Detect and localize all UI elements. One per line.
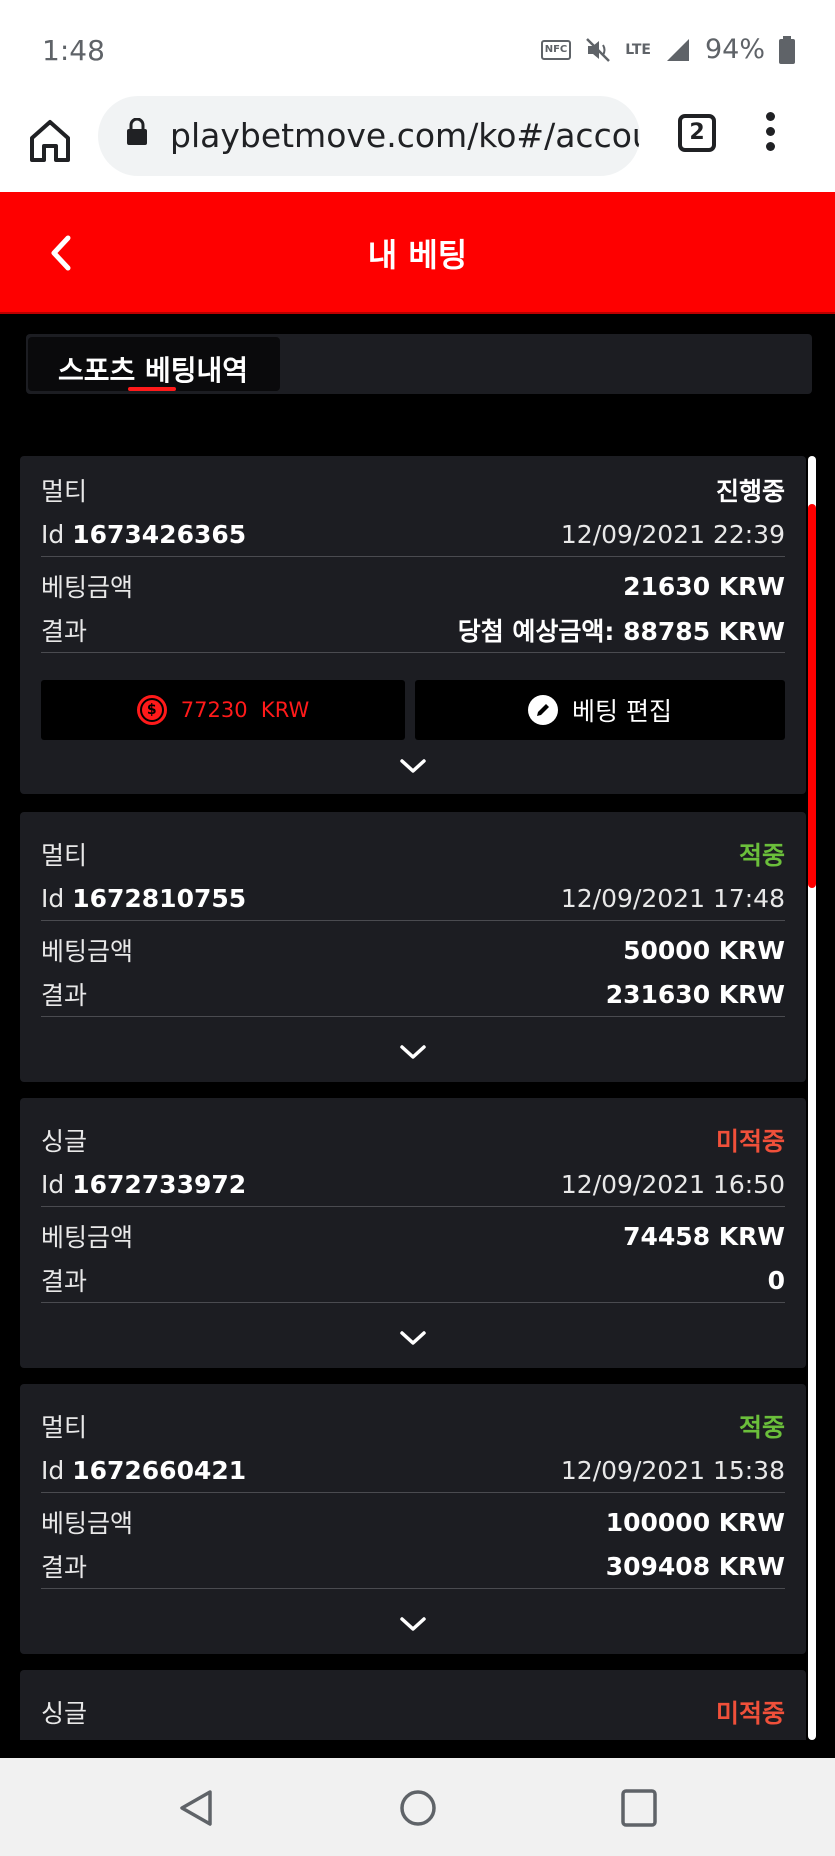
browser-toolbar: playbetmove.com/ko#/account 2 bbox=[0, 96, 835, 192]
stake-label: 베팅금액 bbox=[41, 1509, 134, 1538]
edit-bet-button[interactable]: 베팅 편집 bbox=[415, 680, 785, 740]
stake-label: 베팅금액 bbox=[41, 573, 134, 602]
tab-sports-bet-history[interactable]: 스포츠 베팅내역 bbox=[28, 337, 280, 391]
divider bbox=[41, 1588, 785, 1589]
home-nav-icon[interactable] bbox=[398, 1788, 438, 1828]
bet-datetime: 12/09/2021 15:38 bbox=[560, 1455, 785, 1485]
bet-datetime: 12/09/2021 17:48 bbox=[560, 883, 785, 913]
signal-icon bbox=[666, 38, 689, 61]
battery-icon bbox=[779, 35, 795, 64]
address-bar[interactable]: playbetmove.com/ko#/account bbox=[98, 96, 640, 176]
bet-card: 멀티 적중 Id 1672660421 12/09/2021 15:38 베팅금… bbox=[20, 1384, 806, 1654]
recents-nav-icon[interactable] bbox=[620, 1788, 658, 1828]
result-label: 결과 bbox=[41, 1553, 88, 1582]
mute-icon bbox=[586, 37, 611, 62]
bet-type: 멀티 bbox=[41, 477, 88, 506]
bet-card: 멀티 적중 Id 1672810755 12/09/2021 17:48 베팅금… bbox=[20, 812, 806, 1082]
bet-status: 진행중 bbox=[715, 477, 785, 506]
system-nav-bar bbox=[0, 1758, 835, 1856]
url-text: playbetmove.com/ko#/account bbox=[170, 116, 640, 155]
result-value: 당첨 예상금액: 88785 KRW bbox=[457, 617, 785, 646]
bet-datetime: 12/09/2021 16:50 bbox=[560, 1169, 785, 1199]
tab-active-indicator bbox=[128, 387, 176, 391]
result-value: 0 bbox=[767, 1265, 785, 1295]
result-value: 231630 KRW bbox=[605, 979, 785, 1009]
app-header: 내 베팅 bbox=[0, 192, 835, 314]
bet-type: 싱글 bbox=[41, 1699, 88, 1728]
bet-card: 싱글 미적중 Id 1672733972 12/09/2021 16:50 베팅… bbox=[20, 1098, 806, 1368]
result-label: 결과 bbox=[41, 1267, 88, 1296]
divider bbox=[41, 1302, 785, 1303]
divider bbox=[41, 920, 785, 921]
page-title: 내 베팅 bbox=[367, 236, 468, 274]
bet-id: 1673426365 bbox=[72, 519, 247, 549]
bet-status: 미적중 bbox=[715, 1699, 785, 1728]
dollar-coin-icon: $ bbox=[136, 695, 167, 725]
divider bbox=[41, 652, 785, 653]
id-label: Id bbox=[41, 1169, 65, 1199]
stake-value: 100000 KRW bbox=[605, 1507, 785, 1537]
status-icons: NFC LTE 94% bbox=[540, 34, 795, 65]
result-label: 결과 bbox=[41, 617, 88, 646]
chevron-down-icon[interactable] bbox=[399, 756, 427, 776]
stake-label: 베팅금액 bbox=[41, 937, 134, 966]
bet-datetime: 12/09/2021 22:39 bbox=[560, 519, 785, 549]
lock-icon bbox=[127, 118, 147, 145]
id-label: Id bbox=[41, 519, 65, 549]
result-value: 309408 KRW bbox=[605, 1551, 785, 1581]
edit-bet-label: 베팅 편집 bbox=[572, 697, 672, 726]
back-nav-icon[interactable] bbox=[178, 1788, 214, 1828]
divider bbox=[41, 1492, 785, 1493]
more-menu-icon[interactable] bbox=[766, 112, 778, 152]
tab-label: 스포츠 베팅내역 bbox=[58, 354, 249, 387]
chevron-down-icon[interactable] bbox=[399, 1328, 427, 1348]
bet-status: 미적중 bbox=[715, 1127, 785, 1156]
id-label: Id bbox=[41, 1455, 65, 1485]
stake-label: 베팅금액 bbox=[41, 1223, 134, 1252]
stake-value: 50000 KRW bbox=[623, 935, 785, 965]
bet-list[interactable]: 멀티 진행중 Id 1673426365 12/09/2021 22:39 베팅… bbox=[20, 456, 806, 1740]
cashout-amount: 77230 KRW bbox=[180, 698, 310, 722]
result-label: 결과 bbox=[41, 981, 88, 1010]
bet-type: 멀티 bbox=[41, 841, 88, 870]
bet-id: 1672810755 bbox=[72, 883, 247, 913]
divider bbox=[41, 1016, 785, 1017]
bet-card: 멀티 진행중 Id 1673426365 12/09/2021 22:39 베팅… bbox=[20, 456, 806, 794]
id-label: Id bbox=[41, 883, 65, 913]
bet-id: 1672733972 bbox=[72, 1169, 247, 1199]
home-icon[interactable] bbox=[28, 116, 72, 166]
divider bbox=[41, 1206, 785, 1207]
bet-type: 멀티 bbox=[41, 1413, 88, 1442]
bet-id: 1672660421 bbox=[72, 1455, 247, 1485]
pencil-icon bbox=[528, 695, 559, 725]
stake-value: 21630 KRW bbox=[623, 571, 785, 601]
scrollbar-thumb[interactable] bbox=[808, 504, 816, 888]
bet-status: 적중 bbox=[738, 841, 785, 870]
chevron-down-icon[interactable] bbox=[399, 1042, 427, 1062]
divider bbox=[41, 556, 785, 557]
tab-switcher-button[interactable]: 2 bbox=[678, 114, 716, 152]
lte-icon: LTE bbox=[625, 41, 651, 58]
bet-type: 싱글 bbox=[41, 1127, 88, 1156]
bet-status: 적중 bbox=[738, 1413, 785, 1442]
stake-value: 74458 KRW bbox=[623, 1221, 785, 1251]
cashout-button[interactable]: $ 77230 KRW bbox=[41, 680, 405, 740]
status-time: 1:48 bbox=[42, 34, 105, 67]
tab-bar: 스포츠 베팅내역 bbox=[26, 334, 812, 394]
status-bar: 1:48 NFC LTE 94% bbox=[0, 0, 835, 96]
nfc-icon: NFC bbox=[540, 39, 572, 60]
bet-card: 싱글 미적중 bbox=[20, 1670, 806, 1740]
battery-text: 94% bbox=[704, 34, 765, 65]
chevron-down-icon[interactable] bbox=[399, 1614, 427, 1634]
